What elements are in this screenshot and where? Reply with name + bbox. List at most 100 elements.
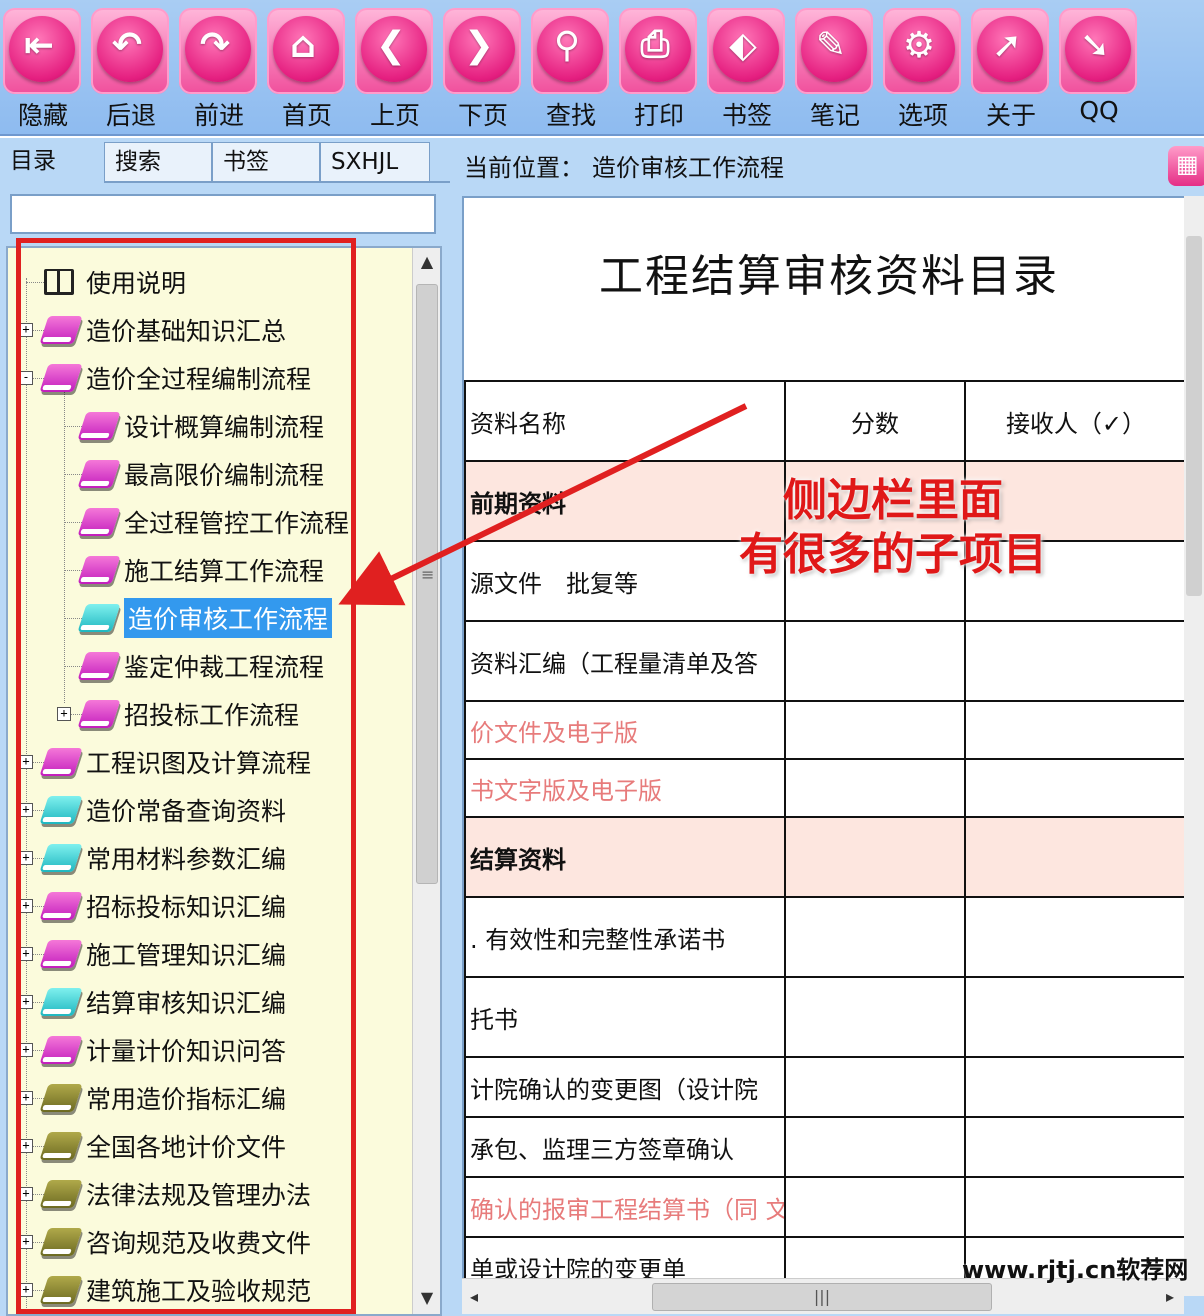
tree-item-label: 设计概算编制流程 bbox=[124, 413, 325, 442]
toolbar-button-label: 书签 bbox=[721, 101, 772, 130]
tree-item-label: 鉴定仲裁工程流程 bbox=[124, 653, 325, 682]
scroll-left-arrow-icon[interactable]: ◂ bbox=[462, 1279, 486, 1315]
document-horizontal-thumb[interactable]: ||| bbox=[652, 1283, 992, 1311]
expand-icon[interactable]: + bbox=[19, 755, 33, 769]
tree-item[interactable]: 设计概算编制流程 bbox=[77, 404, 325, 448]
expand-icon[interactable]: + bbox=[19, 1091, 33, 1105]
expand-icon[interactable]: + bbox=[19, 947, 33, 961]
toolbar-button-7[interactable]: ⎙ 打印 bbox=[616, 4, 702, 132]
toolbar-button-label: 关于 bbox=[985, 101, 1036, 130]
toolbar-button-10[interactable]: ⚙ 选项 bbox=[880, 4, 966, 132]
scroll-down-arrow-icon[interactable]: ▼ bbox=[413, 1284, 440, 1312]
catalog-search-input[interactable] bbox=[10, 194, 436, 234]
toolbar-button-5[interactable]: ❯ 下页 bbox=[440, 4, 526, 132]
tree-scroll-thumb[interactable] bbox=[416, 284, 438, 884]
table-cell-receiver bbox=[964, 1116, 1188, 1178]
tab-catalog[interactable]: 目录 bbox=[0, 142, 104, 188]
expand-icon[interactable]: + bbox=[19, 1187, 33, 1201]
tree-item[interactable]: 招投标工作流程 bbox=[77, 692, 299, 736]
tree-item[interactable]: 使用说明 bbox=[44, 260, 186, 304]
tree-item[interactable]: 常用造价指标汇编 bbox=[39, 1076, 286, 1120]
table-cell-receiver bbox=[964, 1176, 1188, 1238]
tree-item[interactable]: 最高限价编制流程 bbox=[77, 452, 325, 496]
table-header-row: 资料名称 分数 接收人（✓） bbox=[464, 380, 1188, 462]
tree-item[interactable]: 常用材料参数汇编 bbox=[39, 836, 287, 880]
book-icon bbox=[77, 556, 121, 584]
expand-icon[interactable]: + bbox=[19, 1043, 33, 1057]
tree-item[interactable]: 造价基础知识汇总 bbox=[39, 308, 286, 352]
toolbar-button-6[interactable]: ⚲ 查找 bbox=[528, 4, 614, 132]
table-row: 价文件及电子版 bbox=[464, 700, 1188, 760]
tree-item[interactable]: 咨询规范及收费文件 bbox=[39, 1220, 311, 1264]
tree-item[interactable]: 鉴定仲裁工程流程 bbox=[77, 644, 325, 688]
table-cell-score bbox=[784, 758, 966, 818]
back-icon: ↶ bbox=[111, 24, 143, 66]
tree-item[interactable]: 结算审核知识汇编 bbox=[39, 980, 286, 1024]
tree-guide-line bbox=[26, 282, 44, 283]
table-header-cell: 资料名称 bbox=[464, 380, 786, 462]
tree-item[interactable]: 造价全过程编制流程 bbox=[39, 356, 311, 400]
expand-icon[interactable]: + bbox=[57, 707, 71, 721]
table-row: . 有效性和完整性承诺书 bbox=[464, 896, 1188, 978]
table-cell-name: 结算资料 bbox=[464, 816, 786, 898]
document-vertical-thumb[interactable] bbox=[1186, 236, 1202, 596]
table-cell-score bbox=[784, 1176, 966, 1238]
tree-item[interactable]: 招标投标知识汇编 bbox=[39, 884, 287, 928]
document-vertical-scrollbar[interactable] bbox=[1184, 196, 1204, 1296]
toolbar-button-11[interactable]: ➚ 关于 bbox=[968, 4, 1054, 132]
tree-item[interactable]: 施工管理知识汇编 bbox=[39, 932, 286, 976]
tree-item[interactable]: 全过程管控工作流程 bbox=[77, 500, 350, 544]
table-cell-receiver bbox=[964, 816, 1188, 898]
note-icon: ✎ bbox=[815, 24, 847, 66]
expand-icon[interactable]: + bbox=[19, 1139, 33, 1153]
location-bar: 当前位置： 造价审核工作流程 bbox=[458, 140, 1198, 190]
toolbar-button-9[interactable]: ✎ 笔记 bbox=[792, 4, 878, 132]
tree-item[interactable]: 造价审核工作流程 bbox=[77, 596, 333, 640]
toolbar-button-2[interactable]: ↷ 前进 bbox=[176, 4, 262, 132]
table-cell-score bbox=[784, 1116, 966, 1178]
expand-icon[interactable]: + bbox=[19, 323, 33, 337]
printer-icon: ⎙ bbox=[640, 24, 670, 65]
expand-icon[interactable]: + bbox=[19, 851, 33, 865]
table-cell-score bbox=[784, 620, 966, 702]
expand-icon[interactable]: + bbox=[19, 803, 33, 817]
toolbar-button-8[interactable]: ⬖ 书签 bbox=[704, 4, 790, 132]
location-value: 造价审核工作流程 bbox=[592, 153, 784, 182]
previous-page-icon: ❮ bbox=[375, 24, 407, 66]
tree-item-label: 最高限价编制流程 bbox=[124, 461, 325, 490]
toolbar-button-4[interactable]: ❮ 上页 bbox=[352, 4, 438, 132]
tree-item[interactable]: 施工结算工作流程 bbox=[77, 548, 324, 592]
tree-item-label: 全过程管控工作流程 bbox=[124, 509, 350, 538]
scroll-up-arrow-icon[interactable]: ▲ bbox=[413, 248, 440, 276]
tab-sxhjl[interactable]: SXHJL bbox=[320, 142, 430, 182]
location-prefix: 当前位置： bbox=[464, 153, 584, 182]
tree-item-label: 招标投标知识汇编 bbox=[86, 893, 287, 922]
tab-bookmark[interactable]: 书签 bbox=[212, 142, 320, 182]
expand-icon[interactable]: + bbox=[19, 899, 33, 913]
expand-icon[interactable]: + bbox=[19, 1235, 33, 1249]
toolbar-button-0[interactable]: ⇤ 隐藏 bbox=[0, 4, 86, 132]
book-icon bbox=[77, 652, 121, 680]
table-cell-score bbox=[784, 700, 966, 760]
toolbar-button-label: 笔记 bbox=[809, 101, 860, 130]
expand-icon[interactable]: + bbox=[19, 1283, 33, 1297]
tree-scrollbar[interactable]: ▲ ▼ bbox=[412, 248, 440, 1314]
tree-item[interactable]: 造价常备查询资料 bbox=[39, 788, 286, 832]
tree-item-label: 常用材料参数汇编 bbox=[86, 845, 287, 874]
toolbar-button-3[interactable]: ⌂ 首页 bbox=[264, 4, 350, 132]
table-cell-receiver bbox=[964, 700, 1188, 760]
tree-item[interactable]: 计量计价知识问答 bbox=[39, 1028, 286, 1072]
tree-item[interactable]: 法律法规及管理办法 bbox=[39, 1172, 311, 1216]
collapse-icon[interactable]: - bbox=[19, 371, 33, 385]
tab-search[interactable]: 搜索 bbox=[104, 142, 212, 182]
book-icon bbox=[39, 940, 83, 968]
expand-icon[interactable]: + bbox=[19, 995, 33, 1009]
tree-item[interactable]: 建筑施工及验收规范 bbox=[39, 1268, 311, 1312]
tree-item[interactable]: 全国各地计价文件 bbox=[39, 1124, 286, 1168]
layout-toggle-icon[interactable] bbox=[1168, 146, 1204, 186]
catalog-tree: ▲ ▼ 使用说明 + 造价基础知识汇总 - 造价全过程编制流程设计概算编制流程最高限价编… bbox=[6, 246, 442, 1316]
tree-guide-line bbox=[26, 278, 27, 1314]
toolbar-button-1[interactable]: ↶ 后退 bbox=[88, 4, 174, 132]
tree-item[interactable]: 工程识图及计算流程 bbox=[39, 740, 311, 784]
toolbar-button-12[interactable]: ➘ QQ bbox=[1056, 4, 1142, 132]
